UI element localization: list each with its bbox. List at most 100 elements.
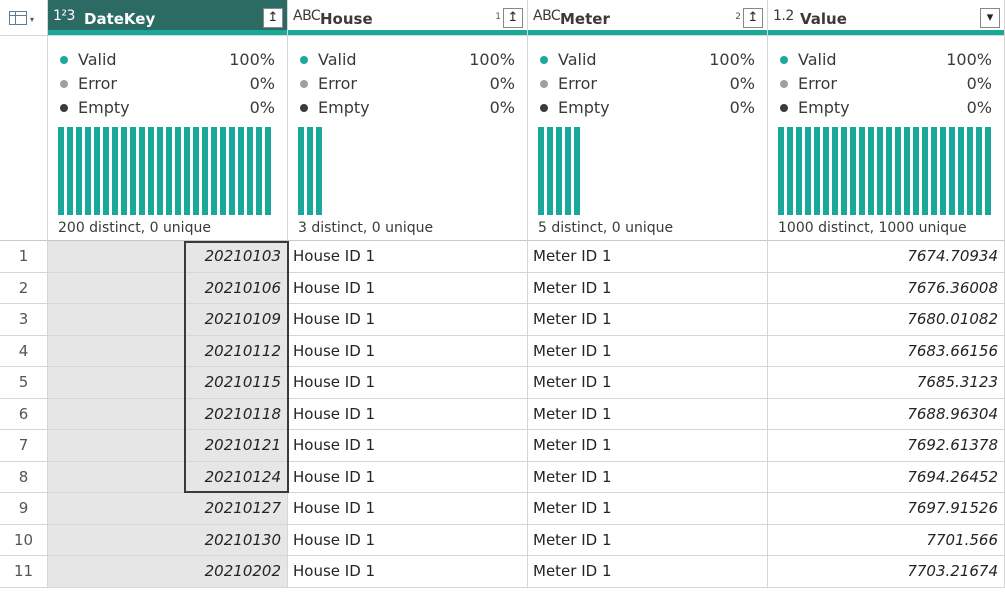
sort-filter-button[interactable]: ↥ bbox=[743, 8, 763, 28]
distribution-bar[interactable] bbox=[976, 127, 982, 215]
row-number[interactable]: 1 bbox=[0, 241, 48, 273]
distribution-bar[interactable] bbox=[94, 127, 100, 215]
distribution-bar[interactable] bbox=[157, 127, 163, 215]
cell-datekey[interactable]: 20210124 bbox=[48, 461, 288, 493]
distribution-bar[interactable] bbox=[148, 127, 154, 215]
cell-meter[interactable]: Meter ID 1 bbox=[528, 493, 768, 525]
distribution-bar[interactable] bbox=[229, 127, 235, 215]
table-row[interactable]: 7 20210121 House ID 1 Meter ID 1 7692.61378 bbox=[0, 430, 1005, 462]
cell-meter[interactable]: Meter ID 1 bbox=[528, 430, 768, 462]
cell-datekey[interactable]: 20210121 bbox=[48, 430, 288, 462]
distribution-bar[interactable] bbox=[922, 127, 928, 215]
text-type-icon[interactable]: ABC bbox=[293, 8, 321, 24]
table-row[interactable]: 6 20210118 House ID 1 Meter ID 1 7688.96304 bbox=[0, 398, 1005, 430]
distribution-bar[interactable] bbox=[184, 127, 190, 215]
cell-value[interactable]: 7680.01082 bbox=[768, 304, 1005, 336]
distribution-bar[interactable] bbox=[547, 127, 553, 215]
row-number[interactable]: 10 bbox=[0, 524, 48, 556]
row-number[interactable]: 4 bbox=[0, 335, 48, 367]
row-number[interactable]: 11 bbox=[0, 556, 48, 588]
cell-house[interactable]: House ID 1 bbox=[288, 272, 528, 304]
distribution-bar[interactable] bbox=[307, 127, 313, 215]
row-number[interactable]: 3 bbox=[0, 304, 48, 336]
distribution-bar[interactable] bbox=[211, 127, 217, 215]
cell-house[interactable]: House ID 1 bbox=[288, 556, 528, 588]
distribution-bar[interactable] bbox=[85, 127, 91, 215]
cell-datekey[interactable]: 20210202 bbox=[48, 556, 288, 588]
distribution-bar[interactable] bbox=[949, 127, 955, 215]
cell-meter[interactable]: Meter ID 1 bbox=[528, 367, 768, 399]
table-row[interactable]: 1 20210103 House ID 1 Meter ID 1 7674.70934 bbox=[0, 241, 1005, 273]
cell-datekey[interactable]: 20210109 bbox=[48, 304, 288, 336]
cell-value[interactable]: 7688.96304 bbox=[768, 398, 1005, 430]
distribution-bar[interactable] bbox=[787, 127, 793, 215]
cell-house[interactable]: House ID 1 bbox=[288, 493, 528, 525]
cell-datekey[interactable]: 20210112 bbox=[48, 335, 288, 367]
distribution-bar[interactable] bbox=[220, 127, 226, 215]
cell-value[interactable]: 7683.66156 bbox=[768, 335, 1005, 367]
column-header-meter[interactable]: ABC Meter 2 ↥ bbox=[528, 0, 768, 36]
cell-datekey[interactable]: 20210106 bbox=[48, 272, 288, 304]
cell-value[interactable]: 7692.61378 bbox=[768, 430, 1005, 462]
distribution-bar[interactable] bbox=[265, 127, 271, 215]
distribution-bar[interactable] bbox=[958, 127, 964, 215]
table-row[interactable]: 9 20210127 House ID 1 Meter ID 1 7697.91526 bbox=[0, 493, 1005, 525]
cell-house[interactable]: House ID 1 bbox=[288, 304, 528, 336]
cell-house[interactable]: House ID 1 bbox=[288, 367, 528, 399]
distribution-bar[interactable] bbox=[238, 127, 244, 215]
cell-house[interactable]: House ID 1 bbox=[288, 335, 528, 367]
distribution-bar[interactable] bbox=[316, 127, 322, 215]
cell-house[interactable]: House ID 1 bbox=[288, 461, 528, 493]
sort-filter-button[interactable]: ↥ bbox=[263, 8, 283, 28]
cell-meter[interactable]: Meter ID 1 bbox=[528, 556, 768, 588]
cell-meter[interactable]: Meter ID 1 bbox=[528, 241, 768, 273]
row-number[interactable]: 2 bbox=[0, 272, 48, 304]
distribution-bar[interactable] bbox=[103, 127, 109, 215]
cell-meter[interactable]: Meter ID 1 bbox=[528, 461, 768, 493]
distribution-bar[interactable] bbox=[574, 127, 580, 215]
cell-value[interactable]: 7676.36008 bbox=[768, 272, 1005, 304]
table-menu-button[interactable]: ▾ bbox=[0, 0, 48, 36]
distribution-bar[interactable] bbox=[805, 127, 811, 215]
column-header-house[interactable]: ABC House 1 ↥ bbox=[288, 0, 528, 36]
cell-datekey[interactable]: 20210127 bbox=[48, 493, 288, 525]
cell-house[interactable]: House ID 1 bbox=[288, 398, 528, 430]
decimal-number-type-icon[interactable]: 1.2 bbox=[773, 8, 794, 24]
distribution-bar[interactable] bbox=[868, 127, 874, 215]
cell-value[interactable]: 7694.26452 bbox=[768, 461, 1005, 493]
distribution-bar[interactable] bbox=[859, 127, 865, 215]
cell-datekey[interactable]: 20210115 bbox=[48, 367, 288, 399]
table-row[interactable]: 5 20210115 House ID 1 Meter ID 1 7685.3123 bbox=[0, 367, 1005, 399]
distribution-bar[interactable] bbox=[130, 127, 136, 215]
cell-house[interactable]: House ID 1 bbox=[288, 241, 528, 273]
table-row[interactable]: 8 20210124 House ID 1 Meter ID 1 7694.26452 bbox=[0, 461, 1005, 493]
distribution-bar[interactable] bbox=[940, 127, 946, 215]
cell-house[interactable]: House ID 1 bbox=[288, 430, 528, 462]
distribution-bar[interactable] bbox=[931, 127, 937, 215]
cell-value[interactable]: 7697.91526 bbox=[768, 493, 1005, 525]
distribution-bar[interactable] bbox=[904, 127, 910, 215]
cell-meter[interactable]: Meter ID 1 bbox=[528, 304, 768, 336]
table-row[interactable]: 10 20210130 House ID 1 Meter ID 1 7701.566 bbox=[0, 524, 1005, 556]
distribution-bar[interactable] bbox=[913, 127, 919, 215]
cell-meter[interactable]: Meter ID 1 bbox=[528, 398, 768, 430]
distribution-bar[interactable] bbox=[832, 127, 838, 215]
distribution-bar[interactable] bbox=[850, 127, 856, 215]
distribution-bar[interactable] bbox=[556, 127, 562, 215]
distribution-bar[interactable] bbox=[565, 127, 571, 215]
distribution-bar[interactable] bbox=[58, 127, 64, 215]
cell-value[interactable]: 7703.21674 bbox=[768, 556, 1005, 588]
distribution-bar[interactable] bbox=[121, 127, 127, 215]
distribution-bar[interactable] bbox=[895, 127, 901, 215]
distribution-bar[interactable] bbox=[112, 127, 118, 215]
row-number[interactable]: 8 bbox=[0, 461, 48, 493]
distribution-bar[interactable] bbox=[166, 127, 172, 215]
filter-button[interactable]: ▾ bbox=[980, 8, 1000, 28]
distribution-bar[interactable] bbox=[202, 127, 208, 215]
table-row[interactable]: 11 20210202 House ID 1 Meter ID 1 7703.21674 bbox=[0, 556, 1005, 588]
column-header-value[interactable]: 1.2 Value ▾ bbox=[768, 0, 1005, 36]
sort-filter-button[interactable]: ↥ bbox=[503, 8, 523, 28]
cell-meter[interactable]: Meter ID 1 bbox=[528, 524, 768, 556]
cell-value[interactable]: 7701.566 bbox=[768, 524, 1005, 556]
distribution-bar[interactable] bbox=[886, 127, 892, 215]
